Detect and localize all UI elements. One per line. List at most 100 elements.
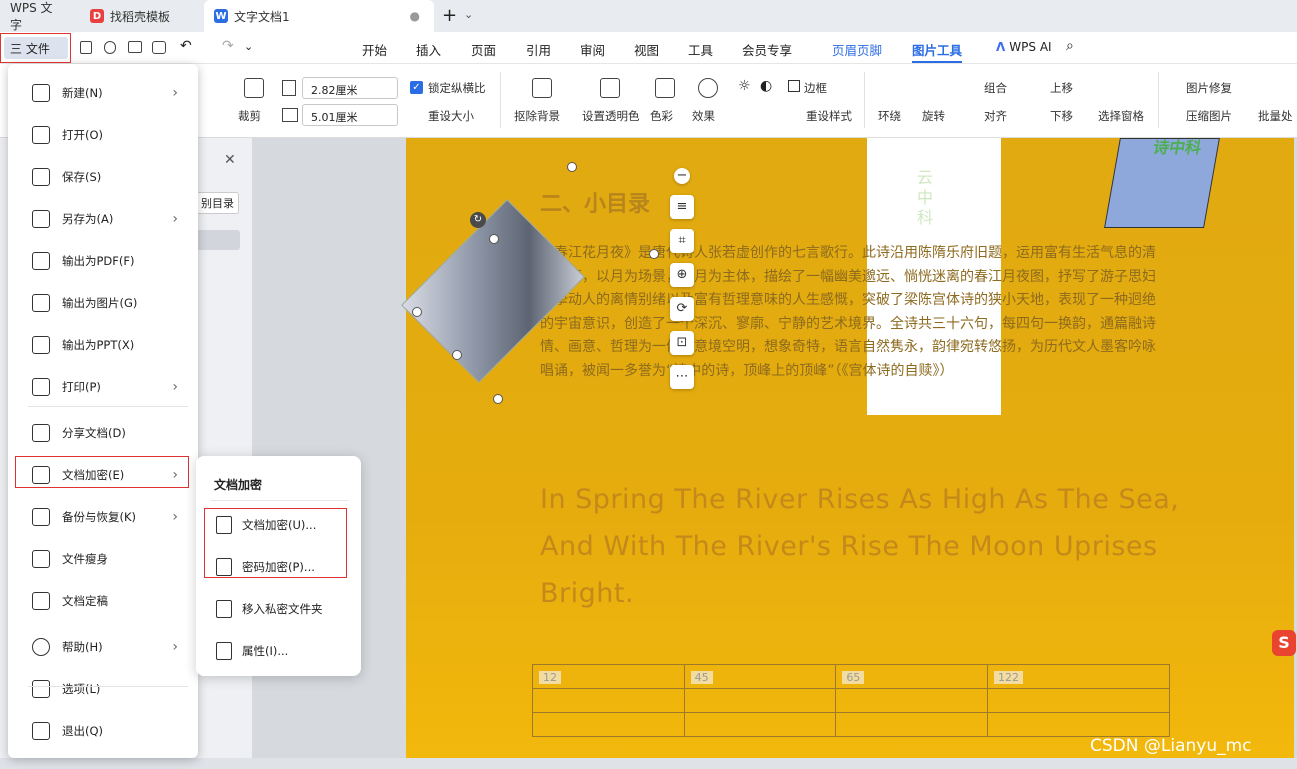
batch-button[interactable]: 批量处 [1258,108,1293,124]
reset-size-button[interactable]: 重设大小 [428,108,474,124]
zoom-icon[interactable]: ⊕ [670,263,694,287]
table-cell[interactable]: 12 [532,664,685,689]
file-menu-item-export-ppt[interactable]: 输出为PPT(X) [18,328,188,362]
private-folder-item[interactable]: 移入私密文件夹 [206,592,351,626]
contrast-icon[interactable]: ◐ [760,78,772,94]
selection-pane-button[interactable]: 选择窗格 [1098,108,1144,124]
properties-item[interactable]: 属性(I)... [206,634,351,668]
tab-templates[interactable]: D 找稻壳模板 [80,0,202,32]
width-input[interactable]: 2.82厘米 [302,77,398,99]
brightness-icon[interactable]: ☼ [738,78,751,94]
table-cell[interactable] [835,712,988,737]
file-menu-item-new[interactable]: 新建(N) › [18,76,188,110]
blue-shape[interactable]: 诗中科 [1104,138,1220,228]
table-cell[interactable] [683,712,837,737]
rotate-button[interactable]: 旋转 [922,108,945,124]
resize-handle[interactable] [493,394,503,404]
wrap-button[interactable]: 环绕 [878,108,901,124]
table-cell[interactable] [986,712,1171,737]
table-cell[interactable] [835,688,988,713]
ocr-icon[interactable]: ⊡ [670,331,694,355]
collapse-icon[interactable]: − [674,168,690,184]
file-menu-item-finalize[interactable]: 文档定稿 [18,584,188,618]
tab-view[interactable]: 视图 [634,40,659,59]
align-button[interactable]: 对齐 [984,108,1007,124]
more-icon[interactable]: ⋯ [670,365,694,389]
image-repair-button[interactable]: 图片修复 [1186,80,1232,96]
table-cell[interactable]: 122 [986,664,1171,689]
color-button[interactable]: 色彩 [650,108,673,124]
crop-icon[interactable] [244,78,264,98]
rotate-handle-icon[interactable]: ↻ [470,212,486,228]
tab-home[interactable]: 开始 [362,40,387,59]
resize-handle[interactable] [567,162,577,172]
file-menu-item-export-pdf[interactable]: 输出为PDF(F) [18,244,188,278]
tab-header-footer[interactable]: 页眉页脚 [832,40,882,59]
resize-handle[interactable] [452,350,462,360]
toc-chip[interactable]: 别目录 [196,192,239,214]
file-menu-item-save-as[interactable]: 另存为(A) › [18,202,188,236]
table-cell[interactable] [986,688,1171,713]
layout-options-icon[interactable]: ≡ [670,195,694,219]
file-menu-item-slim[interactable]: 文件瘦身 [18,542,188,576]
tab-document[interactable]: W 文字文档1 ● [204,0,434,32]
file-menu-item-help[interactable]: 帮助(H) › [18,630,188,664]
effects-icon[interactable] [698,78,718,98]
undo-icon[interactable]: ↶ [180,38,192,54]
tab-references[interactable]: 引用 [526,40,551,59]
new-tab-button[interactable]: + [442,5,457,26]
close-icon[interactable]: ✕ [224,152,236,168]
file-menu-item-save[interactable]: 保存(S) [18,160,188,194]
remove-background-icon[interactable] [532,78,552,98]
more-chevron-icon[interactable]: ⌄ [244,40,253,53]
tab-page[interactable]: 页面 [471,40,496,59]
redo-icon[interactable]: ↷ [222,38,234,54]
search-icon[interactable]: ⌕ [1066,38,1074,54]
border-icon[interactable] [788,80,800,92]
print-icon[interactable] [128,41,142,53]
compress-image-button[interactable]: 压缩图片 [1186,108,1232,124]
crop-float-icon[interactable]: ⌗ [670,229,694,253]
table-cell[interactable] [683,688,837,713]
toc-selected-item[interactable] [196,230,240,250]
resize-handle[interactable] [489,234,499,244]
lock-ratio-checkbox[interactable]: ✓ [410,81,423,94]
resize-handle[interactable] [649,249,659,259]
rotate-float-icon[interactable]: ⟳ [670,297,694,321]
table-cell[interactable] [532,712,685,737]
reset-style-button[interactable]: 重设样式 [806,108,852,124]
file-menu-item-exit[interactable]: 退出(Q) [18,714,188,748]
tab-wps[interactable]: WPS 文字 [0,0,72,32]
tab-list-chevron-icon[interactable]: ⌄ [464,8,473,21]
file-menu-item-export-image[interactable]: 输出为图片(G) [18,286,188,320]
file-menu-item-share[interactable]: 分享文档(D) [18,416,188,450]
file-menu-item-options[interactable]: 选项(L) [18,672,188,706]
send-down-button[interactable]: 下移 [1050,108,1073,124]
group-button[interactable]: 组合 [984,80,1007,96]
table-cell[interactable] [532,688,685,713]
save-icon[interactable] [80,41,92,54]
remove-background-button[interactable]: 抠除背景 [514,108,560,124]
set-transparent-icon[interactable] [600,78,620,98]
tab-tools[interactable]: 工具 [688,40,713,59]
file-menu-item-open[interactable]: 打开(O) [18,118,188,152]
color-icon[interactable] [655,78,675,98]
bring-up-button[interactable]: 上移 [1050,80,1073,96]
table-cell[interactable]: 45 [683,664,837,689]
resize-handle[interactable] [412,307,422,317]
table-cell[interactable]: 65 [835,664,988,689]
file-menu-item-backup[interactable]: 备份与恢复(K) › [18,500,188,534]
set-transparent-button[interactable]: 设置透明色 [582,108,640,124]
tab-picture-tools[interactable]: 图片工具 [912,40,963,63]
tab-member[interactable]: 会员专享 [742,40,792,59]
sogou-ime-icon[interactable]: S [1272,630,1296,656]
print-preview-icon[interactable] [152,41,166,54]
height-input[interactable]: 5.01厘米 [302,104,398,126]
tab-review[interactable]: 审阅 [580,40,605,59]
crop-button[interactable]: 裁剪 [238,108,261,124]
tab-insert[interactable]: 插入 [416,40,441,59]
file-menu-item-print[interactable]: 打印(P) › [18,370,188,404]
effects-button[interactable]: 效果 [692,108,715,124]
border-button[interactable]: 边框 [804,80,827,96]
wps-ai-button[interactable]: Λ WPS AI [996,40,1052,54]
